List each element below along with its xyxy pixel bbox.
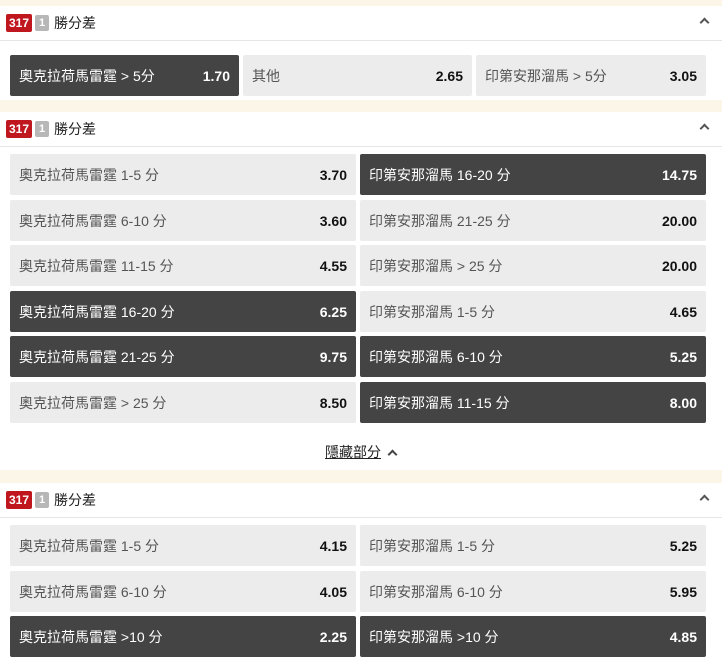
odds-button[interactable]: 印第安那溜馬 1-5 分 5.25 [360, 525, 706, 566]
odds-value: 4.55 [319, 257, 347, 274]
selection-label: 奧克拉荷馬雷霆 21-25 分 [19, 348, 175, 365]
selection-label: 奧克拉荷馬雷霆 6-10 分 [19, 212, 167, 229]
collapse-chevron-icon[interactable] [698, 491, 712, 505]
odds-value: 20.00 [661, 212, 697, 229]
odds-value: 4.15 [319, 537, 347, 554]
collapse-chevron-icon[interactable] [698, 120, 712, 134]
odds-value: 20.00 [661, 257, 697, 274]
selection-label: 印第安那溜馬 > 25 分 [369, 257, 503, 274]
chevron-up-icon [387, 447, 397, 457]
selection-label: 印第安那溜馬 21-25 分 [369, 212, 511, 229]
odds-button[interactable]: 印第安那溜馬 > 5分 3.05 [476, 55, 706, 96]
selection-label: 奧克拉荷馬雷霆 > 25 分 [19, 394, 167, 411]
selection-label: 印第安那溜馬 6-10 分 [369, 583, 503, 600]
odds-value: 6.25 [319, 303, 347, 320]
odds-button[interactable]: 奧克拉荷馬雷霆 11-15 分 4.55 [10, 245, 356, 286]
market-section-1: 317 1 勝分差 奧克拉荷馬雷霆 > 5分 1.70 其他 2.65 印第安那… [0, 6, 722, 100]
odds-value: 5.95 [669, 583, 697, 600]
odds-button[interactable]: 奧克拉荷馬雷霆 > 25 分 8.50 [10, 382, 356, 423]
selection-label: 印第安那溜馬 1-5 分 [369, 537, 496, 554]
odds-button[interactable]: 奧克拉荷馬雷霆 16-20 分 6.25 [10, 291, 356, 332]
hide-section-row: 隱藏部分 [0, 432, 722, 472]
odds-value: 4.65 [669, 303, 697, 320]
selection-label: 印第安那溜馬 16-20 分 [369, 166, 511, 183]
selection-label: 奧克拉荷馬雷霆 16-20 分 [19, 303, 175, 320]
odds-value: 8.00 [669, 394, 697, 411]
selection-label: 奧克拉荷馬雷霆 11-15 分 [19, 257, 174, 274]
selection-label: 印第安那溜馬 11-15 分 [369, 394, 510, 411]
odds-button[interactable]: 印第安那溜馬 6-10 分 5.95 [360, 571, 706, 612]
odds-value: 8.50 [319, 394, 347, 411]
odds-value: 2.65 [435, 67, 463, 84]
odds-button[interactable]: 奧克拉荷馬雷霆 6-10 分 3.60 [10, 200, 356, 241]
odds-button[interactable]: 印第安那溜馬 > 25 分 20.00 [360, 245, 706, 286]
selection-label: 奧克拉荷馬雷霆 1-5 分 [19, 166, 160, 183]
collapse-chevron-icon[interactable] [698, 14, 712, 28]
odds-value: 2.25 [319, 628, 347, 645]
odds-value: 1.70 [202, 67, 230, 84]
selection-label: 印第安那溜馬 6-10 分 [369, 348, 503, 365]
odds-button[interactable]: 奧克拉荷馬雷霆 1-5 分 3.70 [10, 154, 356, 195]
market-header[interactable]: 317 1 勝分差 [0, 6, 722, 41]
odds-button[interactable]: 奧克拉荷馬雷霆 1-5 分 4.15 [10, 525, 356, 566]
count-badge: 1 [35, 492, 50, 508]
odds-value: 14.75 [661, 166, 697, 183]
odds-value: 4.05 [319, 583, 347, 600]
odds-button[interactable]: 奧克拉荷馬雷霆 6-10 分 4.05 [10, 571, 356, 612]
hide-section-label: 隱藏部分 [325, 444, 381, 460]
odds-button[interactable]: 印第安那溜馬 >10 分 4.85 [360, 616, 706, 657]
odds-button[interactable]: 奧克拉荷馬雷霆 > 5分 1.70 [10, 55, 239, 96]
odds-value: 9.75 [319, 348, 347, 365]
odds-value: 3.05 [669, 67, 697, 84]
market-header[interactable]: 317 1 勝分差 [0, 483, 722, 518]
odds-button[interactable]: 印第安那溜馬 11-15 分 8.00 [360, 382, 706, 423]
market-section-2: 317 1 勝分差 奧克拉荷馬雷霆 1-5 分 3.70 印第安那溜馬 16-2… [0, 112, 722, 470]
event-code-badge: 317 [6, 491, 33, 509]
market-title: 勝分差 [54, 121, 97, 137]
odds-button[interactable]: 印第安那溜馬 6-10 分 5.25 [360, 336, 706, 377]
selection-label: 奧克拉荷馬雷霆 >10 分 [19, 628, 163, 645]
odds-button[interactable]: 印第安那溜馬 16-20 分 14.75 [360, 154, 706, 195]
event-code-badge: 317 [6, 120, 33, 138]
odds-button[interactable]: 其他 2.65 [243, 55, 472, 96]
count-badge: 1 [35, 121, 50, 137]
event-code-badge: 317 [6, 14, 33, 32]
market-title: 勝分差 [54, 15, 97, 31]
odds-value: 5.25 [669, 348, 697, 365]
odds-value: 3.60 [319, 212, 347, 229]
selection-label: 奧克拉荷馬雷霆 6-10 分 [19, 583, 167, 600]
odds-button[interactable]: 印第安那溜馬 1-5 分 4.65 [360, 291, 706, 332]
selection-label: 其他 [252, 67, 280, 84]
odds-button[interactable]: 印第安那溜馬 21-25 分 20.00 [360, 200, 706, 241]
hide-section-link[interactable]: 隱藏部分 [325, 442, 397, 462]
odds-value: 3.70 [319, 166, 347, 183]
market-title: 勝分差 [54, 492, 97, 508]
selection-label: 印第安那溜馬 >10 分 [369, 628, 499, 645]
selection-label: 印第安那溜馬 > 5分 [485, 67, 607, 84]
odds-value: 4.85 [669, 628, 697, 645]
odds-value: 5.25 [669, 537, 697, 554]
market-header[interactable]: 317 1 勝分差 [0, 112, 722, 147]
count-badge: 1 [35, 15, 50, 31]
selection-label: 奧克拉荷馬雷霆 > 5分 [19, 67, 155, 84]
selection-label: 奧克拉荷馬雷霆 1-5 分 [19, 537, 160, 554]
market-section-3: 317 1 勝分差 奧克拉荷馬雷霆 1-5 分 4.15 印第安那溜馬 1-5 … [0, 483, 722, 661]
odds-button[interactable]: 奧克拉荷馬雷霆 >10 分 2.25 [10, 616, 356, 657]
odds-button[interactable]: 奧克拉荷馬雷霆 21-25 分 9.75 [10, 336, 356, 377]
selection-label: 印第安那溜馬 1-5 分 [369, 303, 496, 320]
